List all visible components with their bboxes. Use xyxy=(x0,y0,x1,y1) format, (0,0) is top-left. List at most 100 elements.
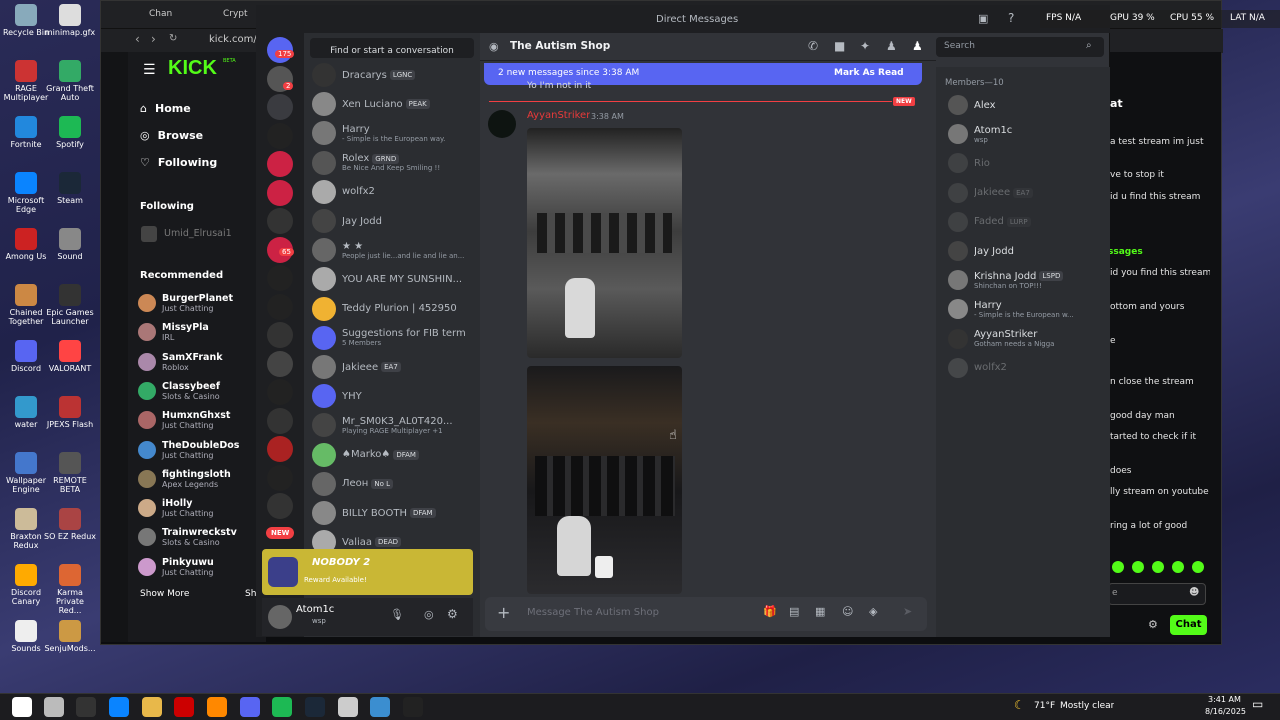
member-item[interactable]: Faded LURP xyxy=(948,209,1104,235)
kick-logo[interactable]: KICK xyxy=(168,57,217,80)
user-avatar[interactable] xyxy=(268,605,292,629)
member-item[interactable]: Alex xyxy=(948,92,1104,118)
dm-item[interactable]: ♠Marko♠ DFAM xyxy=(312,441,476,469)
recommended-channel[interactable]: MissyPla IRL xyxy=(138,318,258,346)
desktop-icon[interactable]: SO EZ Redux xyxy=(44,508,96,541)
member-item[interactable]: Jay Jodd xyxy=(948,238,1104,264)
activities-icon[interactable]: ◈ xyxy=(869,605,877,618)
taskbar-spotify-icon[interactable] xyxy=(272,697,292,717)
add-friends-icon[interactable]: ♟ xyxy=(886,39,897,53)
help-icon[interactable]: ? xyxy=(1008,11,1014,25)
server-icon[interactable] xyxy=(267,265,293,291)
recommended-channel[interactable]: BurgerPlanet Just Chatting xyxy=(138,289,258,317)
dm-item[interactable]: Jakieee EA7 xyxy=(312,353,476,381)
desktop-icon[interactable]: Karma Private Red... xyxy=(44,564,96,615)
emote-icon[interactable] xyxy=(1172,561,1184,573)
taskbar-start-icon[interactable] xyxy=(12,697,32,717)
desktop-icon[interactable]: REMOTE BETA xyxy=(44,452,96,494)
taskbar-chrome-icon[interactable] xyxy=(207,697,227,717)
mark-as-read-button[interactable]: Mark As Read xyxy=(834,68,904,78)
dm-search[interactable]: Find or start a conversation xyxy=(310,38,474,58)
server-icon[interactable] xyxy=(267,350,293,377)
recommended-channel[interactable]: Classybeef Slots & Casino xyxy=(138,377,258,405)
menu-icon[interactable]: ☰ xyxy=(143,62,156,78)
desktop-icon[interactable]: VALORANT xyxy=(44,340,96,373)
pin-icon[interactable]: ✦ xyxy=(860,39,870,53)
desktop-icon[interactable]: Grand Theft Auto xyxy=(44,60,96,102)
sticker-icon[interactable]: ▦ xyxy=(815,605,825,618)
recommended-channel[interactable]: SamXFrank Roblox xyxy=(138,348,258,376)
video-icon[interactable]: ■ xyxy=(834,39,845,53)
server-icon[interactable] xyxy=(267,122,293,149)
tab-crypt[interactable]: Crypt xyxy=(223,9,248,19)
send-icon[interactable]: ➤ xyxy=(903,605,912,618)
dm-item[interactable]: BILLY BOOTH DFAM xyxy=(312,499,476,527)
taskbar-discord-icon[interactable] xyxy=(240,697,260,717)
message-composer[interactable]: + Message The Autism Shop 🎁 ▤ ▦ ☺ ◈ ➤ xyxy=(485,597,927,631)
message-author[interactable]: AyyanStriker xyxy=(527,110,590,121)
server-icon[interactable] xyxy=(267,208,293,234)
desktop-icon[interactable]: Sound xyxy=(44,228,96,261)
server-icon[interactable] xyxy=(267,179,293,206)
message-author-avatar[interactable] xyxy=(488,110,516,138)
gif-icon[interactable]: ▤ xyxy=(789,605,799,618)
following-user[interactable]: Umid_Elrusai1 xyxy=(164,228,232,239)
server-icon[interactable] xyxy=(267,379,293,405)
server-icon[interactable] xyxy=(267,293,293,320)
dm-item[interactable]: Harry - Simple is the European way. xyxy=(312,119,476,147)
emote-icon[interactable] xyxy=(1192,561,1204,573)
recommended-channel[interactable]: HumxnGhxst Just Chatting xyxy=(138,406,258,434)
recommended-channel[interactable]: TheDoubleDos Just Chatting xyxy=(138,436,258,464)
emote-icon[interactable] xyxy=(1152,561,1164,573)
taskbar-steam-icon[interactable] xyxy=(305,697,325,717)
taskbar-search-icon[interactable] xyxy=(44,697,64,717)
dm-item[interactable]: Suggestions for FIB term 5 Members xyxy=(312,324,476,352)
reward-banner[interactable]: NOBODY 2 Reward Available! xyxy=(262,549,473,595)
attachment-image-1[interactable] xyxy=(527,128,682,358)
member-item[interactable]: Harry - Simple is the European w... xyxy=(948,296,1104,322)
dm-item[interactable]: Xen Luciano PEAK xyxy=(312,90,476,118)
settings-gear-icon[interactable]: ⚙ xyxy=(1148,618,1158,631)
member-item[interactable]: Jakieee EA7 xyxy=(948,180,1104,206)
kick-chat-input[interactable]: e ☻ xyxy=(1108,583,1206,605)
dm-item[interactable]: wolfx2 xyxy=(312,178,476,206)
dm-item[interactable]: Mr_SM0K3_AL0T420... Playing RAGE Multipla… xyxy=(312,411,476,439)
kick-nav-home[interactable]: ⌂ Home xyxy=(140,102,191,115)
member-item[interactable]: Rio xyxy=(948,150,1104,176)
server-icon[interactable] xyxy=(267,493,293,519)
dm-item[interactable]: Леон No L xyxy=(312,470,476,498)
dm-item[interactable]: Rolex GRND Be Nice And Keep Smiling !! xyxy=(312,149,476,177)
call-icon[interactable]: ✆ xyxy=(808,39,818,53)
desktop-icon[interactable]: Spotify xyxy=(44,116,96,149)
member-item[interactable]: Krishna Jodd LSPD Shinchan on TOP!!! xyxy=(948,267,1104,293)
dm-item[interactable]: Teddy Plurion | 452950 xyxy=(312,295,476,323)
mic-icon[interactable]: 🎙 xyxy=(390,608,404,621)
headphones-icon[interactable]: ◎ xyxy=(424,608,434,621)
show-link-truncated[interactable]: Sh xyxy=(245,589,256,599)
emote-icon[interactable] xyxy=(1112,561,1124,573)
emoji-picker-icon[interactable]: ☺ xyxy=(842,605,853,618)
recommended-channel[interactable]: Pinkyuwu Just Chatting xyxy=(138,553,258,581)
forward-icon[interactable]: › xyxy=(151,32,156,46)
notifications-icon[interactable]: ▭ xyxy=(1252,697,1263,711)
dm-item[interactable]: Dracarys LGNC xyxy=(312,61,476,89)
clock-time[interactable]: 3:41 AM xyxy=(1208,695,1241,704)
desktop-icon[interactable]: Epic Games Launcher xyxy=(44,284,96,326)
recommended-channel[interactable]: iHolly Just Chatting xyxy=(138,494,258,522)
server-icon[interactable] xyxy=(267,464,293,491)
recommended-channel[interactable]: fightingsloth Apex Legends xyxy=(138,465,258,493)
attachment-image-2[interactable] xyxy=(527,366,682,594)
member-item[interactable]: Atom1c wsp xyxy=(948,121,1104,147)
user-settings-icon[interactable]: ⚙ xyxy=(447,607,458,621)
server-icon[interactable] xyxy=(267,322,293,348)
member-list-icon[interactable]: ♟ xyxy=(912,39,923,53)
dm-item[interactable]: Jay Jodd xyxy=(312,207,476,235)
dm-item[interactable]: ★ ★ People just lie...and lie and lie an.… xyxy=(312,236,476,264)
taskbar-opera-icon[interactable] xyxy=(174,697,194,717)
taskbar-valorant-icon[interactable] xyxy=(338,697,358,717)
desktop-icon[interactable]: SenjuMods... xyxy=(44,620,96,653)
tab-chan[interactable]: Chan xyxy=(149,9,172,19)
back-icon[interactable]: ‹ xyxy=(135,32,140,46)
server-icon[interactable] xyxy=(267,151,293,177)
member-item[interactable]: wolfx2 xyxy=(948,355,1104,381)
